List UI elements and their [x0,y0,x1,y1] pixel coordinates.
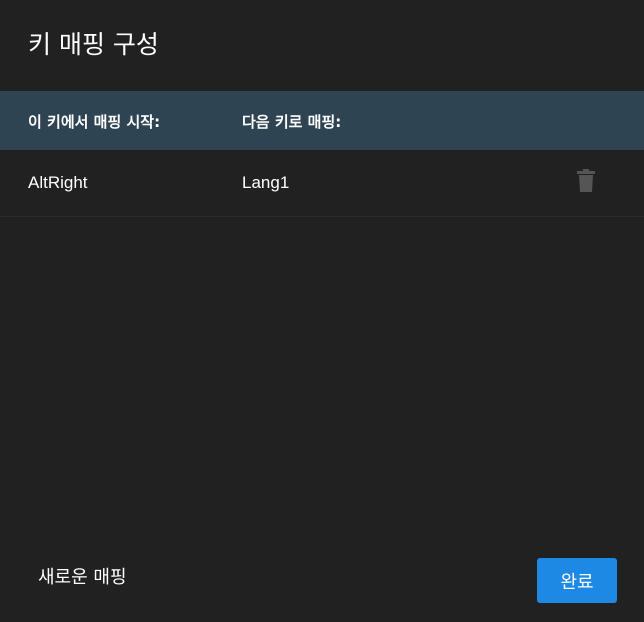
new-mapping-button[interactable]: 새로운 매핑 [38,566,127,590]
table-row: AltRight Lang1 [0,150,644,217]
table-header: 이 키에서 매핑 시작: 다음 키로 매핑: [0,91,644,150]
delete-mapping-button[interactable] [574,168,598,194]
mapping-from-key[interactable]: AltRight [28,173,88,193]
key-mapping-dialog: 키 매핑 구성 이 키에서 매핑 시작: 다음 키로 매핑: AltRight … [0,0,644,622]
done-button[interactable]: 완료 [537,558,617,603]
trash-icon [577,169,595,192]
mapping-to-key[interactable]: Lang1 [242,173,289,193]
column-header-from: 이 키에서 매핑 시작: [28,113,161,131]
dialog-title: 키 매핑 구성 [28,30,159,59]
column-header-to: 다음 키로 매핑: [242,113,342,131]
